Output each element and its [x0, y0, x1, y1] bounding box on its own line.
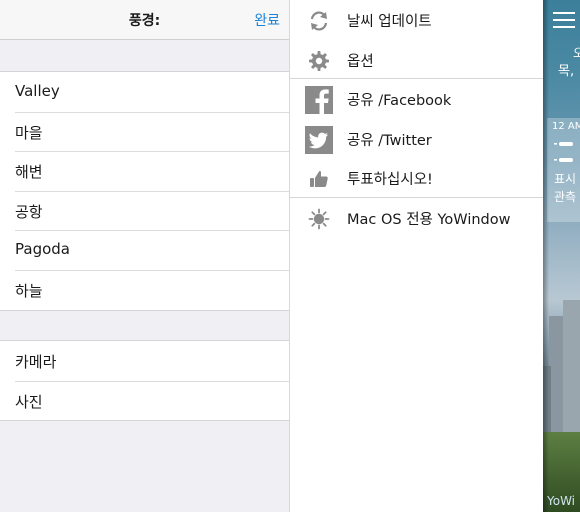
- menu-item-label: 공유 /Twitter: [347, 133, 432, 149]
- thumbs-up-icon: [305, 165, 333, 193]
- refresh-icon: [305, 7, 333, 35]
- twitter-icon: [305, 126, 333, 154]
- scene-item-label: Pagoda: [15, 240, 70, 259]
- observation-label: 표시: [554, 172, 577, 186]
- scene-item-airport[interactable]: 공항: [0, 190, 289, 231]
- observation-card[interactable]: 표시 관측: [547, 118, 580, 222]
- sun-icon: [305, 205, 333, 233]
- yowindow-brand: YoWi: [547, 494, 576, 508]
- weather-small-icon: [554, 142, 573, 146]
- scene-item-label: 공항: [15, 202, 43, 221]
- menu-item-label: 공유 /Facebook: [347, 93, 452, 109]
- photo-item-label: 사진: [15, 392, 43, 411]
- scene-list: Valley 마을 해변 공항 Pagoda 하늘: [0, 71, 289, 311]
- menu-item-options[interactable]: 옵션: [290, 40, 543, 80]
- facebook-icon: [305, 86, 333, 114]
- observation-label: 관측: [554, 190, 577, 204]
- photo-source-list: 카메라 사진: [0, 340, 289, 422]
- menu-item-label: Mac OS 전용 YoWindow: [347, 212, 511, 228]
- weather-small-icon: [554, 158, 573, 162]
- camera-item[interactable]: 카메라: [0, 341, 289, 381]
- weather-location-text: 오: [573, 46, 580, 60]
- done-button[interactable]: 완료: [254, 10, 280, 30]
- menu-item-share-facebook[interactable]: 공유 /Facebook: [290, 79, 543, 119]
- scene-item-label: 해변: [15, 163, 43, 182]
- menu-item-mac-yowindow[interactable]: Mac OS 전용 YoWindow: [290, 198, 543, 238]
- scene-item-label: 마을: [15, 123, 43, 142]
- scene-item-village[interactable]: 마을: [0, 111, 289, 152]
- scene-item-valley[interactable]: Valley: [0, 72, 289, 112]
- menu-item-update-weather[interactable]: 날씨 업데이트: [290, 0, 543, 40]
- photo-item[interactable]: 사진: [0, 380, 289, 421]
- weather-view[interactable]: 오 목, 12 AM 표시 관측 YoWi: [543, 0, 580, 512]
- menu-item-label: 날씨 업데이트: [347, 14, 432, 30]
- hamburger-menu-icon[interactable]: [553, 12, 575, 30]
- panel-shadow: [543, 0, 549, 512]
- menu-item-share-twitter[interactable]: 공유 /Twitter: [290, 119, 543, 159]
- menu-item-label: 투표하십시오!: [347, 172, 433, 188]
- scene-item-beach[interactable]: 해변: [0, 151, 289, 191]
- side-menu: 날씨 업데이트 옵션 공유 /Facebook 공유 /Twitter 투표하십…: [290, 0, 543, 512]
- menu-item-label: 옵션: [347, 54, 374, 70]
- landscape-panel: 풍경: 완료 Valley 마을 해변 공항 Pagoda 하늘 카메라 사진: [0, 0, 290, 512]
- weather-date-text: 목,: [558, 64, 575, 79]
- menu-item-vote[interactable]: 투표하십시오!: [290, 158, 543, 198]
- landscape-title: 풍경:: [128, 13, 161, 29]
- scene-item-sky[interactable]: 하늘: [0, 269, 289, 310]
- scene-item-pagoda[interactable]: Pagoda: [0, 230, 289, 270]
- gear-icon: [305, 47, 333, 75]
- landscape-header: 풍경: 완료: [0, 0, 289, 40]
- scene-item-label: Valley: [15, 82, 60, 100]
- city-building: [563, 300, 580, 440]
- scene-item-label: 하늘: [15, 281, 43, 300]
- camera-item-label: 카메라: [15, 353, 57, 371]
